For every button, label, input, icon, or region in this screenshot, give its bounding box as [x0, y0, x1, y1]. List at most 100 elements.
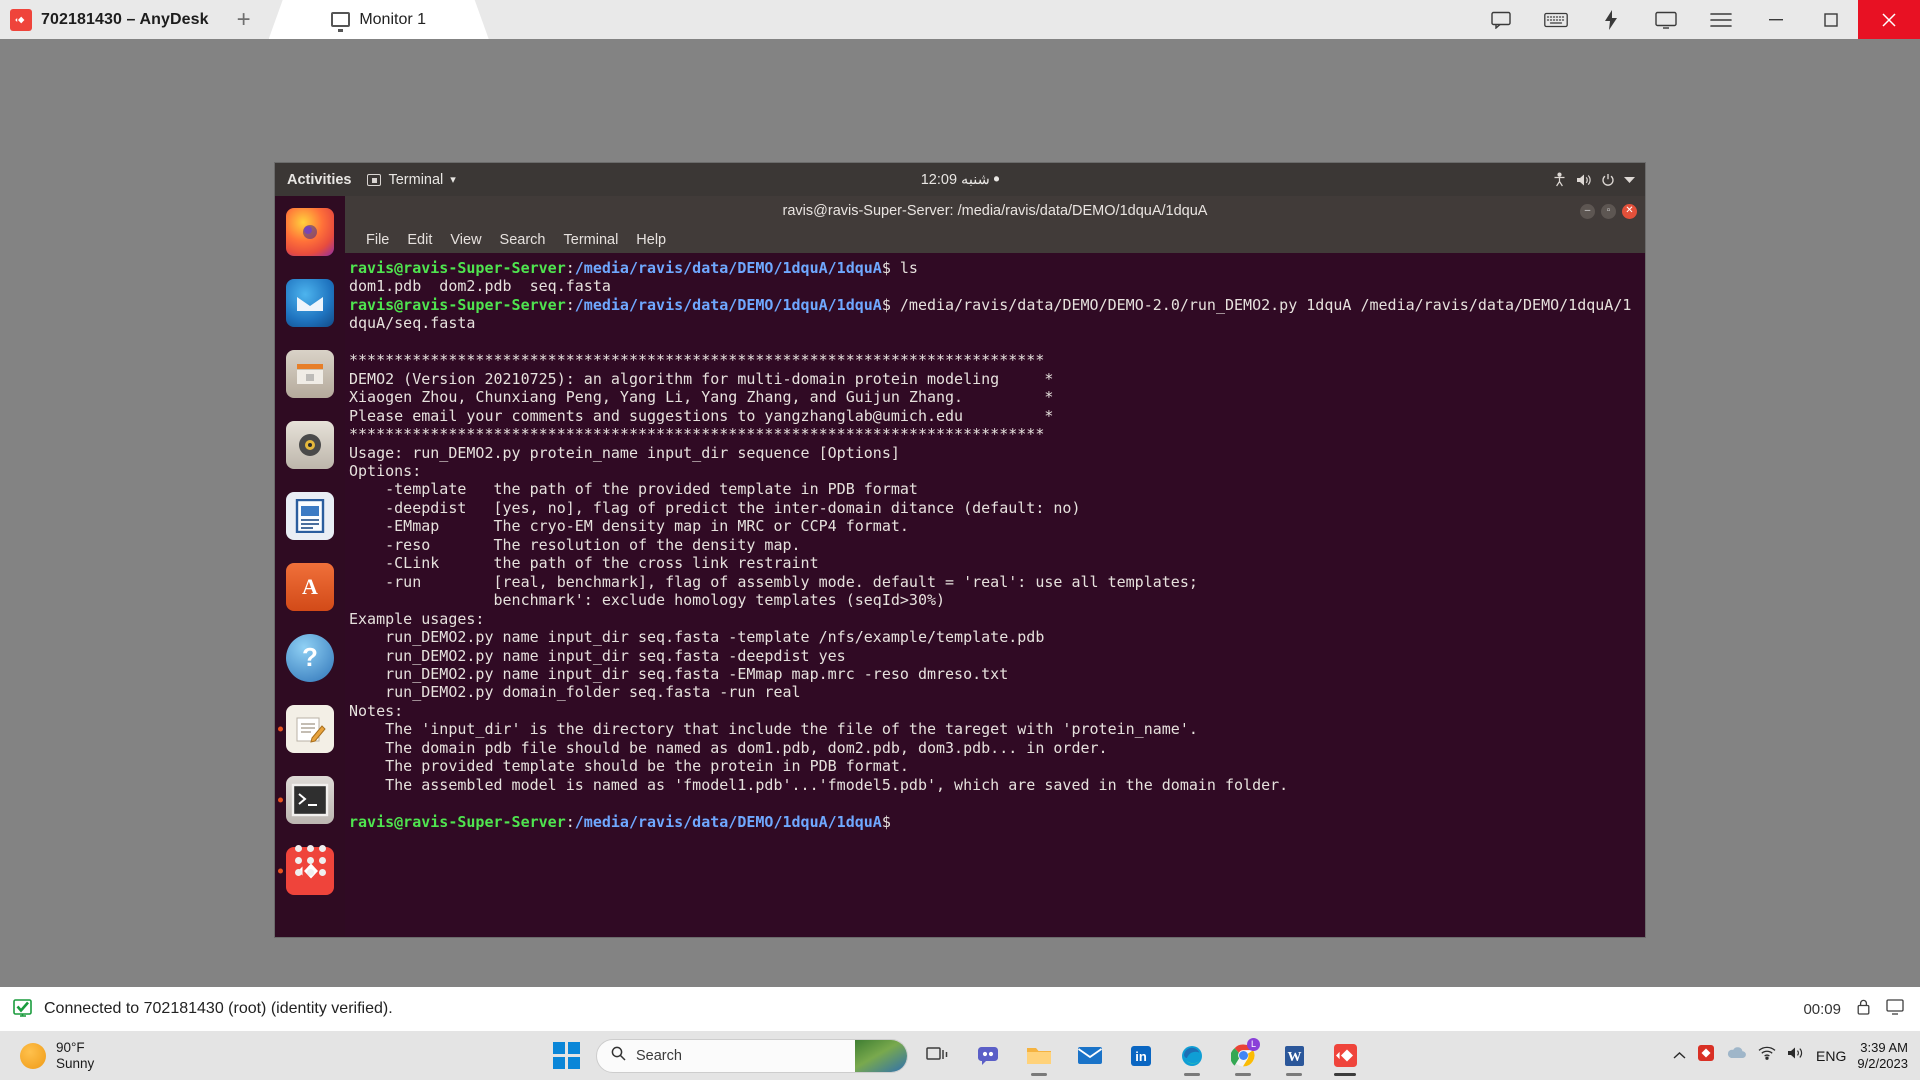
libreoffice-writer-icon — [286, 491, 334, 540]
search-box[interactable]: Search — [596, 1038, 908, 1073]
taskbar-center-group: Search in L W — [553, 1034, 1367, 1078]
terminal-command: $ ls — [881, 259, 918, 277]
app-running-underline — [1184, 1072, 1200, 1076]
launcher-item-ubuntu-software[interactable]: A — [275, 551, 345, 622]
remote-desktop-canvas[interactable]: Activities Terminal ▾ 12:09 شنبه ⏺ A ? r… — [0, 39, 1920, 987]
launcher-item-libreoffice-writer[interactable] — [275, 480, 345, 551]
close-button[interactable] — [1858, 0, 1920, 39]
anydesk-window-title: 702181430 – AnyDesk — [41, 10, 209, 28]
menu-terminal[interactable]: Terminal — [555, 230, 628, 250]
maximize-button[interactable] — [1803, 0, 1858, 39]
taskbar-app-file-explorer[interactable] — [1017, 1034, 1061, 1078]
terminal-output-block: dquA/seq.fasta *************************… — [349, 314, 1289, 794]
launcher-item-rhythmbox[interactable] — [275, 409, 345, 480]
taskbar-app-edge[interactable] — [1170, 1034, 1214, 1078]
volume-icon[interactable] — [1787, 1046, 1805, 1065]
terminal-prompt-path: /media/ravis/data/DEMO/1dquA/1dquA — [574, 812, 882, 831]
text-editor-icon — [286, 704, 334, 753]
files-icon — [286, 349, 334, 398]
search-icon — [611, 1046, 626, 1065]
terminal-maximize-button[interactable]: ▫ — [1601, 203, 1616, 219]
screen-icon[interactable] — [1638, 0, 1693, 39]
terminal-output-block: dom1.pdb dom2.pdb seq.fasta — [349, 277, 611, 296]
launcher-item-thunderbird[interactable] — [275, 267, 345, 338]
terminal-prompt-path: /media/ravis/data/DEMO/1dquA/1dquA — [574, 295, 882, 314]
antivirus-icon[interactable] — [1697, 1044, 1715, 1067]
new-tab-button[interactable]: + — [237, 7, 251, 31]
menu-help[interactable]: Help — [627, 230, 675, 250]
session-timer: 00:09 — [1803, 1000, 1841, 1018]
clock-label: 12:09 شنبه — [920, 171, 990, 188]
taskbar-app-word[interactable]: W — [1272, 1034, 1316, 1078]
terminal-prompt-user: ravis@ravis-Super-Server — [349, 259, 566, 277]
show-applications-button[interactable] — [275, 825, 345, 895]
weather-widget[interactable]: 90°F Sunny — [0, 1040, 94, 1072]
network-icon[interactable] — [1758, 1046, 1776, 1065]
tab-label: Monitor 1 — [359, 10, 427, 28]
apps-grid-icon — [294, 844, 326, 876]
terminal-minimize-button[interactable]: – — [1580, 203, 1595, 219]
menu-file[interactable]: File — [357, 230, 398, 250]
menu-view[interactable]: View — [441, 230, 490, 250]
weather-condition: Sunny — [56, 1055, 95, 1071]
terminal-command: $ — [881, 812, 891, 831]
terminal-window: ravis@ravis-Super-Server: /media/ravis/d… — [345, 196, 1645, 937]
language-indicator[interactable]: ENG — [1816, 1048, 1846, 1064]
ubuntu-clock[interactable]: 12:09 شنبه ⏺ — [275, 172, 1645, 188]
taskbar-app-linkedin[interactable]: in — [1119, 1034, 1163, 1078]
taskbar-app-chrome[interactable]: L — [1221, 1034, 1265, 1078]
ubuntu-system-tray[interactable] — [1552, 172, 1635, 187]
menu-edit[interactable]: Edit — [398, 230, 441, 250]
app-running-underline — [1031, 1072, 1047, 1076]
terminal-output[interactable]: ravis@ravis-Super-Server:/media/ravis/da… — [347, 259, 1645, 831]
terminal-icon — [286, 775, 334, 824]
power-icon[interactable] — [1601, 173, 1615, 187]
ubuntu-top-bar: Activities Terminal ▾ 12:09 شنبه ⏺ — [275, 163, 1645, 196]
lock-icon[interactable] — [1857, 999, 1870, 1019]
anydesk-title-group: 702181430 – AnyDesk + — [0, 0, 261, 39]
launcher-item-help[interactable]: ? — [275, 622, 345, 693]
chat-icon[interactable] — [1473, 0, 1528, 39]
status-bar-right: 00:09 — [1803, 999, 1920, 1019]
action-lightning-icon[interactable] — [1583, 0, 1638, 39]
running-indicator — [278, 797, 283, 802]
taskbar-clock[interactable]: 3:39 AM 9/2/2023 — [1857, 1040, 1908, 1072]
chevron-up-icon[interactable] — [1673, 1047, 1686, 1065]
launcher-item-text-editor[interactable] — [275, 693, 345, 764]
volume-icon[interactable] — [1576, 173, 1592, 187]
svg-text:W: W — [1287, 1050, 1301, 1065]
app-running-underline — [1334, 1072, 1356, 1076]
connection-verified-icon — [12, 998, 34, 1020]
help-icon: ? — [286, 633, 334, 682]
app-running-underline — [1286, 1072, 1302, 1076]
tab-monitor-1[interactable]: Monitor 1 — [268, 0, 489, 39]
onedrive-icon[interactable] — [1726, 1046, 1747, 1065]
menu-icon[interactable] — [1693, 0, 1748, 39]
weather-text: 90°F Sunny — [56, 1040, 94, 1072]
ubuntu-desktop: Activities Terminal ▾ 12:09 شنبه ⏺ A ? r… — [275, 163, 1645, 937]
terminal-titlebar[interactable]: ravis@ravis-Super-Server: /media/ravis/d… — [345, 196, 1645, 226]
terminal-prompt-user: ravis@ravis-Super-Server — [349, 812, 566, 831]
chevron-down-icon[interactable] — [1624, 176, 1635, 184]
anydesk-status-bar: Connected to 702181430 (root) (identity … — [0, 987, 1920, 1031]
taskbar-app-mail[interactable] — [1068, 1034, 1112, 1078]
svg-text:in: in — [1135, 1049, 1147, 1064]
keyboard-icon[interactable] — [1528, 0, 1583, 39]
accessibility-icon[interactable] — [1552, 172, 1567, 187]
anydesk-logo-icon — [10, 8, 32, 31]
taskbar-app-task-view[interactable] — [915, 1034, 959, 1078]
ubuntu-launcher: A ? — [275, 196, 345, 937]
terminal-close-button[interactable]: ✕ — [1622, 203, 1637, 219]
monitor-icon[interactable] — [1886, 999, 1904, 1019]
launcher-item-files[interactable] — [275, 338, 345, 409]
taskbar-app-anydesk[interactable] — [1323, 1034, 1367, 1078]
system-tray: ENG 3:39 AM 9/2/2023 — [1673, 1040, 1920, 1072]
launcher-item-firefox[interactable] — [275, 196, 345, 267]
menu-search[interactable]: Search — [491, 230, 555, 250]
minimize-button[interactable] — [1748, 0, 1803, 39]
terminal-body[interactable]: ravis@ravis-Super-Server:/media/ravis/da… — [345, 253, 1645, 937]
start-button[interactable] — [553, 1042, 580, 1069]
terminal-prompt-path: /media/ravis/data/DEMO/1dquA/1dquA — [574, 259, 882, 277]
taskbar-app-chat[interactable] — [966, 1034, 1010, 1078]
terminal-prompt-separator: : — [565, 812, 575, 831]
